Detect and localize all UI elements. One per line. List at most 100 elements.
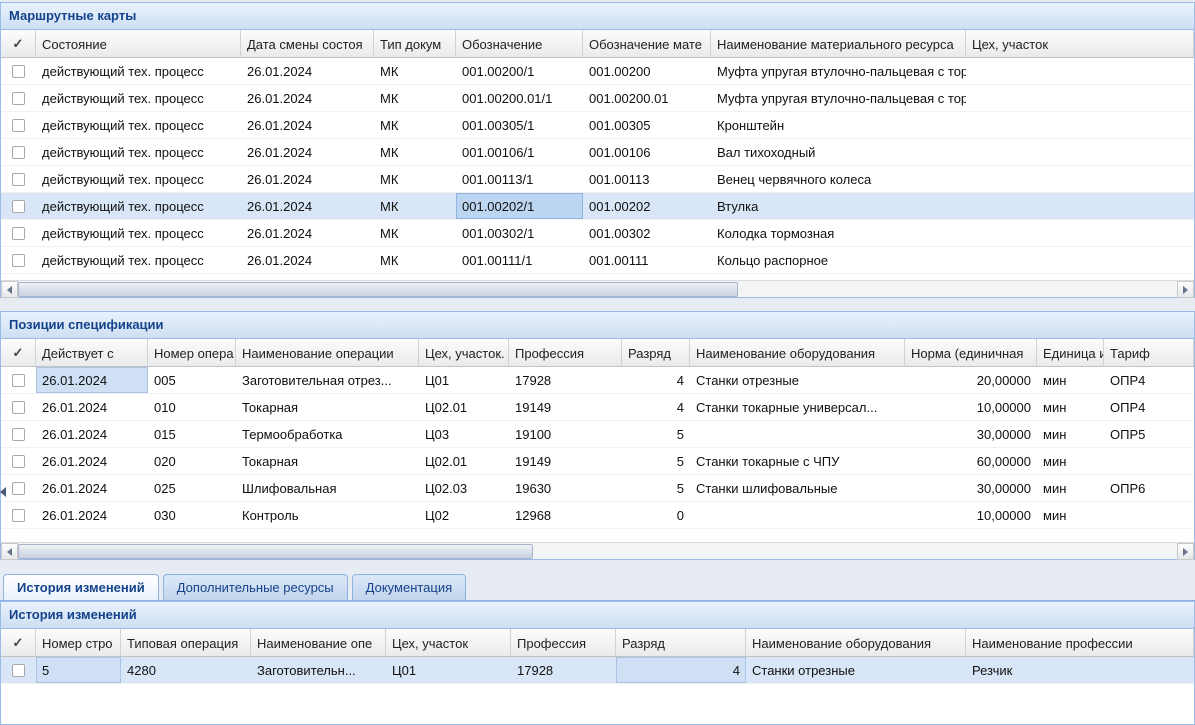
cell-date[interactable]: 26.01.2024 [241, 220, 374, 246]
tab-documentation[interactable]: Документация [352, 574, 467, 600]
cell-state[interactable]: действующий тех. процесс [36, 220, 241, 246]
cell-doctype[interactable]: МК [374, 247, 456, 273]
cell-op-name[interactable]: Контроль [236, 502, 419, 528]
cell-profession[interactable]: 19100 [509, 421, 622, 447]
cell-material-designation[interactable]: 001.00200 [583, 58, 711, 84]
table-row[interactable]: действующий тех. процесс 26.01.2024 МК 0… [1, 220, 1194, 247]
cell-shop[interactable] [966, 193, 1194, 219]
cell-op-name[interactable]: Токарная [236, 448, 419, 474]
cell-valid-from[interactable]: 26.01.2024 [36, 448, 148, 474]
cell-shop[interactable] [966, 139, 1194, 165]
table-row[interactable]: действующий тех. процесс 26.01.2024 МК 0… [1, 247, 1194, 274]
cell-op-name[interactable]: Заготовительная отрез... [236, 367, 419, 393]
table-row-selected[interactable]: действующий тех. процесс 26.01.2024 МК 0… [1, 193, 1194, 220]
col-header-designation[interactable]: Обозначение [456, 30, 583, 57]
cell-shop[interactable]: Ц02 [419, 502, 509, 528]
cell-op-name[interactable]: Заготовительн... [251, 657, 386, 683]
select-all-header[interactable]: ✓ [1, 30, 36, 57]
cell-date[interactable]: 26.01.2024 [241, 166, 374, 192]
col-header-norm[interactable]: Норма (единичная [905, 339, 1037, 366]
col-header-tariff[interactable]: Тариф [1104, 339, 1194, 366]
row-checkbox[interactable] [12, 455, 25, 468]
scrollbar-thumb[interactable] [18, 544, 533, 559]
cell-shop[interactable] [966, 247, 1194, 273]
cell-shop[interactable]: Ц02.01 [419, 394, 509, 420]
cell-norm[interactable]: 10,00000 [905, 394, 1037, 420]
cell-shop[interactable] [966, 220, 1194, 246]
cell-designation-focused[interactable]: 001.00202/1 [456, 193, 583, 219]
cell-equipment[interactable] [690, 421, 905, 447]
cell-shop[interactable]: Ц01 [386, 657, 511, 683]
cell-date[interactable]: 26.01.2024 [241, 85, 374, 111]
col-header-equipment[interactable]: Наименование оборудования [690, 339, 905, 366]
cell-state[interactable]: действующий тех. процесс [36, 247, 241, 273]
cell-equipment[interactable]: Станки токарные универсал... [690, 394, 905, 420]
row-checkbox[interactable] [12, 227, 25, 240]
cell-designation[interactable]: 001.00113/1 [456, 166, 583, 192]
col-header-unit[interactable]: Единица и [1037, 339, 1104, 366]
cell-norm[interactable]: 30,00000 [905, 475, 1037, 501]
cell-tariff[interactable]: ОПР4 [1104, 394, 1194, 420]
cell-op-name[interactable]: Термообработка [236, 421, 419, 447]
cell-tariff[interactable]: ОПР6 [1104, 475, 1194, 501]
cell-material-name[interactable]: Кольцо распорное [711, 247, 966, 273]
cell-op-number[interactable]: 010 [148, 394, 236, 420]
cell-op-name[interactable]: Шлифовальная [236, 475, 419, 501]
horizontal-scrollbar[interactable] [1, 542, 1194, 559]
row-checkbox[interactable] [12, 509, 25, 522]
col-header-grade[interactable]: Разряд [622, 339, 690, 366]
row-checkbox[interactable] [12, 200, 25, 213]
col-header-state[interactable]: Состояние [36, 30, 241, 57]
scroll-left-arrow-icon[interactable] [1, 281, 18, 298]
cell-date[interactable]: 26.01.2024 [241, 247, 374, 273]
col-header-valid-from[interactable]: Действует с [36, 339, 148, 366]
row-checkbox[interactable] [12, 401, 25, 414]
cell-date[interactable]: 26.01.2024 [241, 139, 374, 165]
tab-change-history[interactable]: История изменений [3, 574, 159, 600]
cell-profession[interactable]: 19630 [509, 475, 622, 501]
col-header-op-number[interactable]: Номер опера [148, 339, 236, 366]
cell-tariff[interactable] [1104, 502, 1194, 528]
cell-state[interactable]: действующий тех. процесс [36, 139, 241, 165]
cell-tariff[interactable]: ОПР4 [1104, 367, 1194, 393]
cell-unit[interactable]: мин [1037, 502, 1104, 528]
cell-doctype[interactable]: МК [374, 139, 456, 165]
cell-equipment[interactable]: Станки отрезные [690, 367, 905, 393]
row-checkbox[interactable] [12, 92, 25, 105]
cell-designation[interactable]: 001.00302/1 [456, 220, 583, 246]
cell-unit[interactable]: мин [1037, 421, 1104, 447]
cell-shop[interactable] [966, 85, 1194, 111]
cell-grade[interactable]: 5 [622, 475, 690, 501]
col-header-shop[interactable]: Цех, участок [966, 30, 1194, 57]
row-checkbox[interactable] [12, 146, 25, 159]
table-row[interactable]: действующий тех. процесс 26.01.2024 МК 0… [1, 139, 1194, 166]
cell-grade[interactable]: 5 [622, 421, 690, 447]
cell-op-number[interactable]: 005 [148, 367, 236, 393]
col-header-grade[interactable]: Разряд [616, 629, 746, 656]
cell-shop[interactable]: Ц02.01 [419, 448, 509, 474]
cell-unit[interactable]: мин [1037, 475, 1104, 501]
table-row[interactable]: 26.01.2024 020 Токарная Ц02.01 19149 5 С… [1, 448, 1194, 475]
table-row[interactable]: действующий тех. процесс 26.01.2024 МК 0… [1, 85, 1194, 112]
cell-material-name[interactable]: Колодка тормозная [711, 220, 966, 246]
cell-op-name[interactable]: Токарная [236, 394, 419, 420]
cell-valid-from[interactable]: 26.01.2024 [36, 421, 148, 447]
cell-op-number[interactable]: 020 [148, 448, 236, 474]
table-row-selected[interactable]: 5 4280 Заготовительн... Ц01 17928 4 Стан… [1, 657, 1194, 684]
select-all-header[interactable]: ✓ [1, 629, 36, 656]
cell-doctype[interactable]: МК [374, 85, 456, 111]
cell-equipment[interactable]: Станки шлифовальные [690, 475, 905, 501]
cell-norm[interactable]: 10,00000 [905, 502, 1037, 528]
cell-tariff[interactable]: ОПР5 [1104, 421, 1194, 447]
cell-grade-focused[interactable]: 4 [616, 657, 746, 683]
cell-designation[interactable]: 001.00305/1 [456, 112, 583, 138]
col-header-equipment[interactable]: Наименование оборудования [746, 629, 966, 656]
cell-profession-name[interactable]: Резчик [966, 657, 1194, 683]
cell-norm[interactable]: 30,00000 [905, 421, 1037, 447]
cell-designation[interactable]: 001.00106/1 [456, 139, 583, 165]
cell-material-designation[interactable]: 001.00202 [583, 193, 711, 219]
row-checkbox[interactable] [12, 173, 25, 186]
cell-shop[interactable]: Ц03 [419, 421, 509, 447]
col-header-material-designation[interactable]: Обозначение мате [583, 30, 711, 57]
cell-tariff[interactable] [1104, 448, 1194, 474]
